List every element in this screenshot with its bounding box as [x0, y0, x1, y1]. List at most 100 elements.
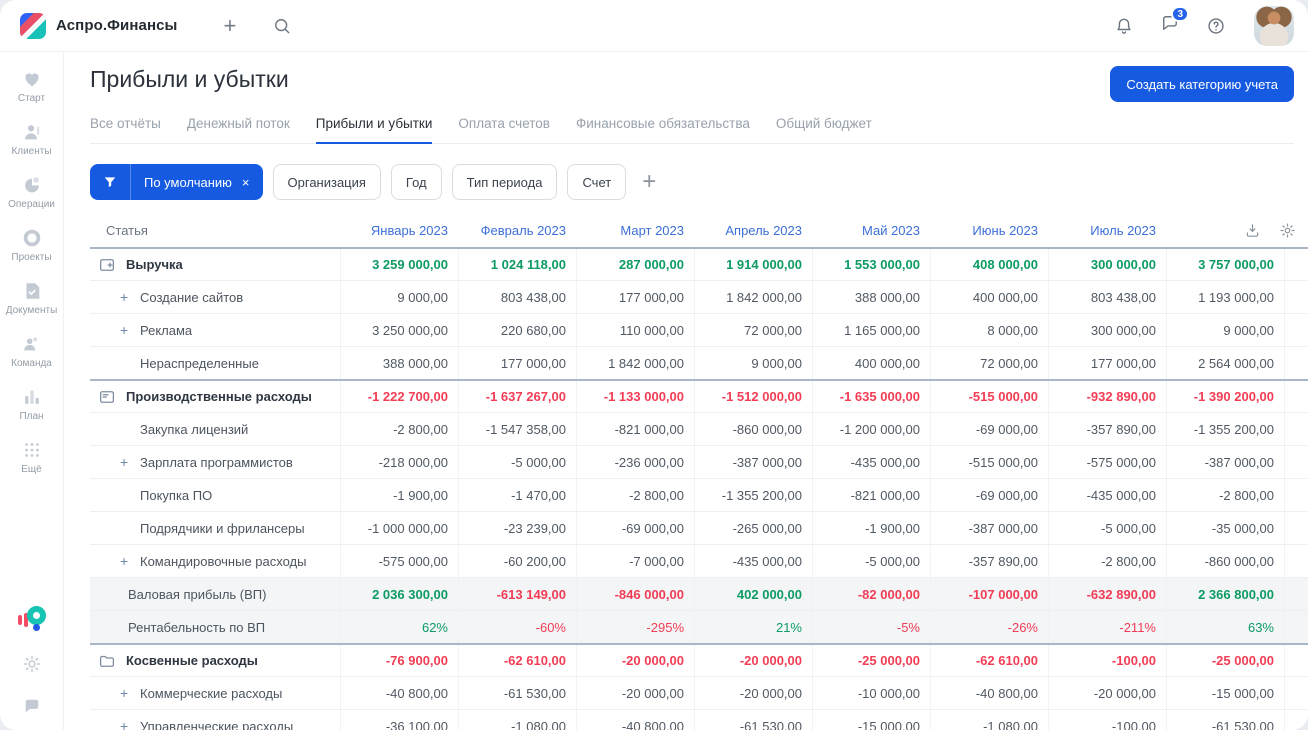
- sidebar-item-проекты[interactable]: Проекты: [2, 223, 62, 267]
- sidebar-item-клиенты[interactable]: Клиенты: [2, 117, 62, 161]
- table-row[interactable]: Нераспределенные 388 000,00 177 000,00 1 84…: [90, 346, 1308, 379]
- search-icon[interactable]: [272, 16, 292, 36]
- row-overflow-sliver: [1284, 249, 1308, 280]
- projects-icon: [23, 229, 40, 247]
- bell-icon[interactable]: [1114, 16, 1134, 36]
- table-row[interactable]: + Управленческие расходы -36 100,00 -1 080,…: [90, 709, 1308, 730]
- cell-value: -1 635 000,00: [812, 381, 930, 412]
- expand-plus-icon[interactable]: +: [120, 322, 140, 338]
- active-filter-chip[interactable]: По умолчанию ×: [90, 164, 263, 200]
- tab-общий-бюджет[interactable]: Общий бюджет: [776, 112, 872, 143]
- expand-plus-icon[interactable]: +: [120, 553, 140, 569]
- cell-value: -20 000,00: [694, 677, 812, 709]
- row-overflow-sliver: [1284, 479, 1308, 511]
- row-overflow-sliver: [1284, 281, 1308, 313]
- expand-plus-icon[interactable]: +: [120, 718, 140, 730]
- cell-value: -515 000,00: [930, 446, 1048, 478]
- cell-value: -10 000,00: [812, 677, 930, 709]
- folder-plus-icon[interactable]: [98, 256, 116, 274]
- table-body: Выручка 3 259 000,00 1 024 118,00 287 000,0…: [90, 247, 1308, 730]
- filter-chip-организация[interactable]: Организация: [272, 164, 381, 200]
- aspro-logo-icon: [20, 12, 46, 39]
- table-row[interactable]: + Реклама 3 250 000,00 220 680,00 110 000,00…: [90, 313, 1308, 346]
- quick-add-icon[interactable]: +: [223, 14, 236, 37]
- avatar[interactable]: [1254, 5, 1294, 46]
- cell-value: -1 547 358,00: [458, 413, 576, 445]
- table-row[interactable]: Закупка лицензий -2 800,00 -1 547 358,00 -8…: [90, 412, 1308, 445]
- row-label: Нераспределенные: [90, 347, 340, 379]
- expand-plus-icon[interactable]: +: [120, 289, 140, 305]
- cell-value: -60 200,00: [458, 545, 576, 577]
- sidebar-item-label: План: [19, 411, 44, 422]
- sidebar-nav: Старт Клиенты Операции Проекты Документы Кома…: [2, 64, 62, 479]
- product-logo-icon[interactable]: [17, 606, 46, 632]
- table-row[interactable]: Валовая прибыль (ВП) 2 036 300,00 -613 149…: [90, 577, 1308, 610]
- cell-value: -435 000,00: [694, 545, 812, 577]
- cell-value: -575 000,00: [1048, 446, 1166, 478]
- tab-финансовые-обязательства[interactable]: Финансовые обязательства: [576, 112, 750, 143]
- row-overflow-sliver: [1284, 645, 1308, 676]
- support-chat-icon[interactable]: [22, 696, 42, 716]
- cell-value: -1 355 200,00: [694, 479, 812, 511]
- sidebar-item-label: Старт: [17, 93, 46, 104]
- table-row[interactable]: Подрядчики и фрилансеры -1 000 000,00 -23 …: [90, 511, 1308, 544]
- tab-все-отчёты[interactable]: Все отчёты: [90, 112, 161, 143]
- cell-value: 72 000,00: [694, 314, 812, 346]
- table-row[interactable]: Выручка 3 259 000,00 1 024 118,00 287 000,0…: [90, 247, 1308, 280]
- add-filter-icon[interactable]: +: [642, 170, 656, 194]
- row-label: Покупка ПО: [90, 479, 340, 511]
- table-settings-icon[interactable]: [1279, 222, 1296, 239]
- cell-value: -632 890,00: [1048, 578, 1166, 610]
- cell-value: 1 914 000,00: [694, 249, 812, 280]
- row-label-text: Валовая прибыль (ВП): [128, 586, 267, 602]
- table-row[interactable]: Покупка ПО -1 900,00 -1 470,00 -2 800,00 -1 …: [90, 478, 1308, 511]
- table-row[interactable]: + Создание сайтов 9 000,00 803 438,00 177 00…: [90, 280, 1308, 313]
- tab-денежный-поток[interactable]: Денежный поток: [187, 112, 290, 143]
- doc-lines-icon[interactable]: [98, 388, 116, 406]
- tab-оплата-счетов[interactable]: Оплата счетов: [458, 112, 550, 143]
- row-label-text: Подрядчики и фрилансеры: [140, 520, 305, 536]
- cell-value: -265 000,00: [694, 512, 812, 544]
- table-row[interactable]: Производственные расходы -1 222 700,00 -1 …: [90, 379, 1308, 412]
- download-icon[interactable]: [1244, 222, 1261, 239]
- table-row[interactable]: Косвенные расходы -76 900,00 -62 610,00 -20…: [90, 643, 1308, 676]
- folder-icon[interactable]: [98, 652, 116, 670]
- documents-icon: [26, 283, 39, 299]
- cell-value: -1 512 000,00: [694, 381, 812, 412]
- row-label: Подрядчики и фрилансеры: [90, 512, 340, 544]
- table-row[interactable]: + Зарплата программистов -218 000,00 -5 000…: [90, 445, 1308, 478]
- help-icon[interactable]: [1206, 16, 1226, 36]
- cell-value: -7 000,00: [576, 545, 694, 577]
- filter-chip-тип-периода[interactable]: Тип периода: [451, 164, 558, 200]
- table-row[interactable]: + Коммерческие расходы -40 800,00 -61 530,0…: [90, 676, 1308, 709]
- row-overflow-sliver: [1284, 512, 1308, 544]
- settings-icon[interactable]: [22, 654, 42, 674]
- cell-value: 803 438,00: [1048, 281, 1166, 313]
- filter-chip-год[interactable]: Год: [390, 164, 442, 200]
- row-label: + Командировочные расходы: [90, 545, 340, 577]
- tab-прибыли-и-убытки[interactable]: Прибыли и убытки: [315, 112, 433, 144]
- article-column-header: Статья: [106, 223, 148, 238]
- table-row[interactable]: + Командировочные расходы -575 000,00 -60 2…: [90, 544, 1308, 577]
- sidebar-item-ещё[interactable]: Ещё: [2, 435, 62, 479]
- expand-plus-icon[interactable]: +: [120, 685, 140, 701]
- table-row[interactable]: Рентабельность по ВП 62% -60% -295% 21% -5% -2…: [90, 610, 1308, 643]
- row-label: + Управленческие расходы: [90, 710, 340, 730]
- funnel-icon[interactable]: [90, 164, 130, 200]
- sidebar-item-документы[interactable]: Документы: [2, 276, 62, 320]
- cell-value: -295%: [576, 611, 694, 643]
- cell-value: 3 259 000,00: [340, 249, 458, 280]
- cell-value: -357 890,00: [930, 545, 1048, 577]
- column-header: Май 2023: [862, 223, 920, 238]
- sidebar-item-план[interactable]: План: [2, 382, 62, 426]
- sidebar-item-операции[interactable]: Операции: [2, 170, 62, 214]
- cell-value: -1 900,00: [812, 512, 930, 544]
- cell-value: -211%: [1048, 611, 1166, 643]
- remove-filter-icon[interactable]: ×: [238, 175, 263, 190]
- sidebar-item-команда[interactable]: Команда: [2, 329, 62, 373]
- create-category-button[interactable]: Создать категорию учета: [1110, 66, 1294, 102]
- expand-plus-icon[interactable]: +: [120, 454, 140, 470]
- sidebar-item-старт[interactable]: Старт: [2, 64, 62, 108]
- filter-chip-счет[interactable]: Счет: [567, 164, 627, 200]
- cell-value: -1 222 700,00: [340, 381, 458, 412]
